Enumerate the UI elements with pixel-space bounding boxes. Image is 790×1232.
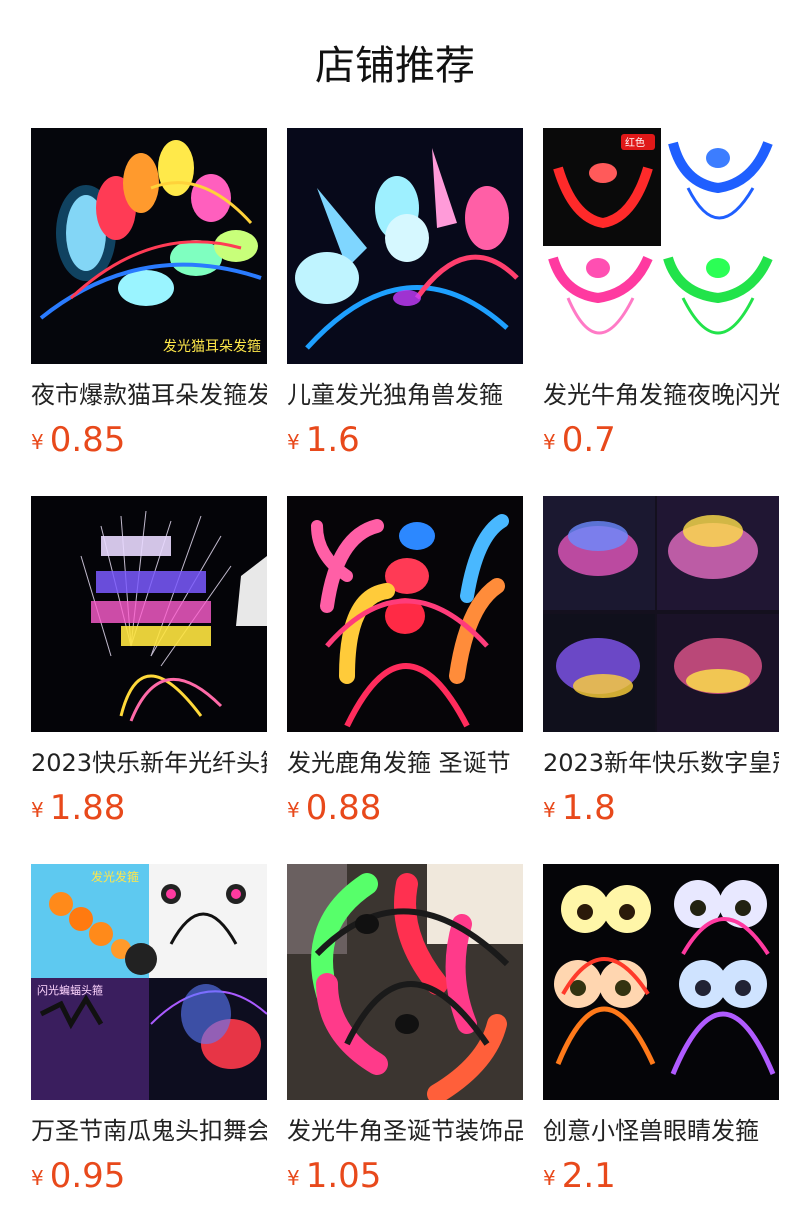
price-value: 0.88: [305, 788, 382, 828]
product-card[interactable]: 儿童发光独角兽发箍 ¥1.6: [287, 128, 523, 460]
product-price: ¥0.7: [543, 420, 779, 460]
currency-symbol: ¥: [287, 430, 300, 454]
product-image-new-year-fiber[interactable]: [31, 496, 267, 732]
product-title[interactable]: 发光牛角圣诞节装饰品: [287, 1114, 523, 1148]
product-title[interactable]: 夜市爆款猫耳朵发箍发光头饰: [31, 378, 267, 412]
product-image-unicorn[interactable]: [287, 128, 523, 364]
currency-symbol: ¥: [543, 430, 556, 454]
currency-symbol: ¥: [31, 1166, 44, 1190]
currency-symbol: ¥: [287, 1166, 300, 1190]
product-price: ¥1.8: [543, 788, 779, 828]
price-value: 1.6: [305, 420, 360, 460]
product-price: ¥2.1: [543, 1156, 779, 1196]
price-value: 1.05: [305, 1156, 382, 1196]
product-price: ¥1.05: [287, 1156, 523, 1196]
product-title[interactable]: 2023新年快乐数字皇冠: [543, 746, 779, 780]
image-caption: 闪光蝙蝠头箍: [37, 984, 103, 997]
currency-symbol: ¥: [31, 798, 44, 822]
price-value: 1.88: [49, 788, 126, 828]
price-value: 0.7: [561, 420, 616, 460]
product-grid: 发光猫耳朵发箍 夜市爆款猫耳朵发箍发光头饰 ¥0.85 儿童发光独角兽发箍: [0, 0, 790, 1232]
product-image-cat-ears[interactable]: 发光猫耳朵发箍: [31, 128, 267, 364]
currency-symbol: ¥: [31, 430, 44, 454]
product-card[interactable]: 发光牛角圣诞节装饰品 ¥1.05: [287, 864, 523, 1196]
price-value: 0.95: [49, 1156, 126, 1196]
product-card[interactable]: 发光鹿角发箍 圣诞节 ¥0.88: [287, 496, 523, 828]
product-card[interactable]: 发光猫耳朵发箍 夜市爆款猫耳朵发箍发光头饰 ¥0.85: [31, 128, 267, 460]
product-price: ¥0.85: [31, 420, 267, 460]
product-card[interactable]: 2023快乐新年光纤头箍 ¥1.88: [31, 496, 267, 828]
price-value: 0.85: [49, 420, 126, 460]
product-image-halloween[interactable]: 发光发箍 闪光蝙蝠头箍: [31, 864, 267, 1100]
product-price: ¥1.6: [287, 420, 523, 460]
price-value: 2.1: [561, 1156, 616, 1196]
product-title[interactable]: 发光牛角发箍夜晚闪光: [543, 378, 779, 412]
product-title[interactable]: 2023快乐新年光纤头箍: [31, 746, 267, 780]
product-title[interactable]: 万圣节南瓜鬼头扣舞会: [31, 1114, 267, 1148]
product-price: ¥1.88: [31, 788, 267, 828]
product-image-christmas-horns[interactable]: [287, 864, 523, 1100]
product-title[interactable]: 儿童发光独角兽发箍: [287, 378, 523, 412]
product-title[interactable]: 发光鹿角发箍 圣诞节: [287, 746, 523, 780]
product-card[interactable]: 创意小怪兽眼睛发箍 ¥2.1: [543, 864, 779, 1196]
product-card[interactable]: 2023新年快乐数字皇冠 ¥1.8: [543, 496, 779, 828]
product-price: ¥0.88: [287, 788, 523, 828]
image-caption: 发光发箍: [91, 870, 140, 884]
image-caption: 发光猫耳朵发箍: [163, 339, 261, 355]
product-image-antlers[interactable]: [287, 496, 523, 732]
product-title[interactable]: 创意小怪兽眼睛发箍: [543, 1114, 779, 1148]
currency-symbol: ¥: [543, 798, 556, 822]
image-caption: 红色: [625, 138, 645, 149]
product-image-2023-crowns[interactable]: [543, 496, 779, 732]
price-value: 1.8: [561, 788, 616, 828]
product-price: ¥0.95: [31, 1156, 267, 1196]
product-image-monster-eyes[interactable]: [543, 864, 779, 1100]
currency-symbol: ¥: [543, 1166, 556, 1190]
currency-symbol: ¥: [287, 798, 300, 822]
product-image-horns[interactable]: 红色: [543, 128, 779, 364]
product-card[interactable]: 红色 发光牛角发箍夜晚闪光 ¥0.7: [543, 128, 779, 460]
product-card[interactable]: 发光发箍 闪光蝙蝠头箍 万圣节南瓜鬼头扣舞会 ¥0.95: [31, 864, 267, 1196]
